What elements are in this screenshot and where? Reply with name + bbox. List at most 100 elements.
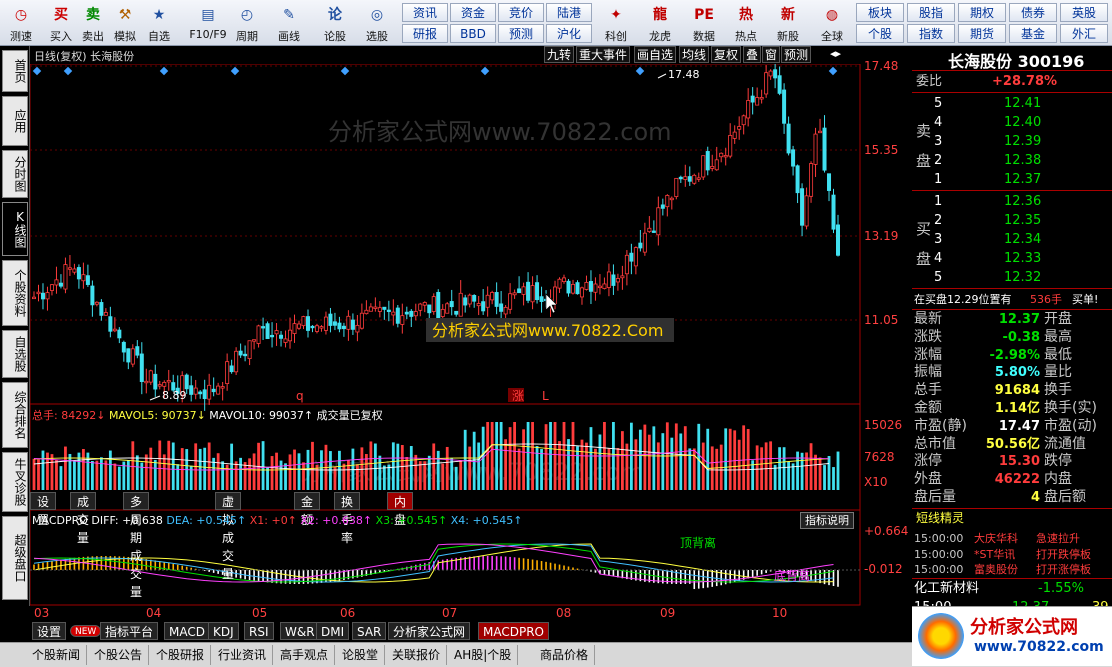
app-button-0[interactable]: ✦ 科创: [596, 0, 636, 46]
toolbar-button-1[interactable]: 买买入: [44, 0, 78, 46]
info-tab-5[interactable]: 论股堂: [336, 645, 386, 665]
event-marker-icon[interactable]: [340, 66, 350, 76]
chart-tool-4[interactable]: 复权: [711, 46, 742, 63]
info-tab-7[interactable]: AH股|个股: [448, 645, 519, 665]
toolbar-button-0[interactable]: ◷ 测速: [4, 0, 38, 46]
quick-button-1-0[interactable]: 研报: [402, 24, 448, 43]
indicator-tab-2[interactable]: 指标平台: [100, 622, 159, 640]
indicator-tab-6[interactable]: W&R: [280, 622, 320, 640]
quick-button-1-3[interactable]: 沪化: [546, 24, 592, 43]
market-button-0-2[interactable]: 期权: [958, 3, 1006, 22]
info-tab-2[interactable]: 个股研报: [150, 645, 212, 665]
quick-button-0-1[interactable]: 资金: [450, 3, 496, 22]
event-marker-icon[interactable]: [635, 66, 645, 76]
market-button-1-1[interactable]: 指数: [907, 24, 955, 43]
left-tab-4[interactable]: 个股资料: [2, 260, 28, 326]
sub-tab-5[interactable]: 换手率: [334, 492, 361, 545]
sub-tab-2[interactable]: 多周期成交量: [123, 492, 150, 599]
sub-tab-1[interactable]: 成交量: [70, 492, 97, 545]
left-tab-7[interactable]: 牛叉诊股: [2, 452, 28, 512]
indicator-tab-4[interactable]: KDJ: [208, 622, 239, 640]
app-button-2[interactable]: PE 数据: [684, 0, 724, 46]
info-tab-6[interactable]: 关联报价: [386, 645, 448, 665]
left-tab-2[interactable]: 分时图: [2, 150, 28, 198]
market-button-0-3[interactable]: 债券: [1009, 3, 1057, 22]
event-marker-icon[interactable]: [828, 66, 838, 76]
chart-tool-1[interactable]: 重大事件: [576, 46, 631, 63]
sub-tab-0[interactable]: 设置: [30, 492, 57, 527]
buy-level[interactable]: 5 12.32: [912, 268, 1112, 287]
indicator-tab-8[interactable]: SAR: [352, 622, 387, 640]
toolbar-button-7[interactable]: ✎ 画线: [272, 0, 306, 46]
left-tab-1[interactable]: 应用: [2, 96, 28, 146]
sell-level[interactable]: 2 12.38: [912, 151, 1112, 170]
indicator-tab-1[interactable]: NEW: [70, 625, 102, 637]
buy-level[interactable]: 2 12.35: [912, 211, 1112, 230]
chart-tool-0[interactable]: 九转: [544, 46, 575, 63]
market-button-1-0[interactable]: 个股: [856, 24, 904, 43]
sub-tab-4[interactable]: 金额: [294, 492, 321, 527]
event-marker-icon[interactable]: [32, 66, 42, 76]
sell-level[interactable]: 5 12.41: [912, 94, 1112, 113]
sector-row[interactable]: 化工新材料 -1.55%: [912, 579, 1112, 597]
info-tab-0[interactable]: 个股新闻: [26, 645, 88, 665]
event-marker-icon[interactable]: [63, 66, 73, 76]
toolbar-button-3[interactable]: ⚒ 模拟: [108, 0, 142, 46]
chart-tool-5[interactable]: 叠: [743, 46, 762, 63]
sell-level[interactable]: 3 12.39: [912, 132, 1112, 151]
info-tab-1[interactable]: 个股公告: [88, 645, 150, 665]
quick-button-0-3[interactable]: 陆港: [546, 3, 592, 22]
toolbar-button-2[interactable]: 卖卖出: [76, 0, 110, 46]
indicator-tab-3[interactable]: MACD: [164, 622, 210, 640]
left-tab-0[interactable]: 首页: [2, 50, 28, 92]
indicator-tab-0[interactable]: 设置: [32, 622, 67, 640]
buy-level[interactable]: 3 12.34: [912, 230, 1112, 249]
quick-button-1-2[interactable]: 预测: [498, 24, 544, 43]
sell-level[interactable]: 4 12.40: [912, 113, 1112, 132]
buy-level[interactable]: 4 12.33: [912, 249, 1112, 268]
indicator-tab-7[interactable]: DMI: [316, 622, 350, 640]
quick-button-1-1[interactable]: BBD: [450, 24, 496, 43]
toolbar-button-6[interactable]: ◴ 周期: [230, 0, 264, 46]
left-tab-8[interactable]: 超级盘口: [2, 516, 28, 600]
buy-level[interactable]: 1 12.36: [912, 192, 1112, 211]
sub-tab-3[interactable]: 虚拟成交量: [215, 492, 242, 581]
app-button-1[interactable]: 龍龙虎: [640, 0, 680, 46]
market-button-1-2[interactable]: 期货: [958, 24, 1006, 43]
indicator-tab-10[interactable]: MACDPRO: [478, 622, 549, 640]
indicator-help-button[interactable]: 指标说明: [800, 512, 854, 529]
market-button-0-0[interactable]: 板块: [856, 3, 904, 22]
market-button-0-4[interactable]: 英股: [1060, 3, 1108, 22]
chart-tool-6[interactable]: 窗: [762, 46, 781, 63]
chart-tool-3[interactable]: 均线: [679, 46, 710, 63]
market-button-0-1[interactable]: 股指: [907, 3, 955, 22]
kline-chart[interactable]: 17.48 8.89 q 涨 L 分析家公式网www.70822.com 分析家公式网www…: [30, 64, 912, 622]
sub-tab-6[interactable]: 内盘: [387, 492, 414, 527]
left-tab-3[interactable]: K线图: [2, 202, 28, 256]
market-button-1-4[interactable]: 外汇: [1060, 24, 1108, 43]
quick-button-0-0[interactable]: 资讯: [402, 3, 448, 22]
chart-tool-7[interactable]: 预测: [781, 46, 812, 63]
short-item[interactable]: 15:00:00 富奥股份 打开涨停板: [912, 560, 1112, 579]
toolbar-button-4[interactable]: ★ 自选: [142, 0, 176, 46]
event-marker-icon[interactable]: [230, 66, 240, 76]
quick-button-0-2[interactable]: 竞价: [498, 3, 544, 22]
info-tab-3[interactable]: 行业资讯: [212, 645, 274, 665]
left-tab-5[interactable]: 自选股: [2, 330, 28, 378]
indicator-tab-5[interactable]: RSI: [244, 622, 274, 640]
app-button-5[interactable]: ◍ 全球: [812, 0, 852, 46]
sell-level[interactable]: 1 12.37: [912, 170, 1112, 189]
event-marker-icon[interactable]: [159, 66, 169, 76]
app-button-4[interactable]: 新新股: [768, 0, 808, 46]
event-marker-icon[interactable]: [480, 66, 490, 76]
arrow-icon[interactable]: ◂▸: [830, 47, 841, 60]
market-button-1-3[interactable]: 基金: [1009, 24, 1057, 43]
info-tab-8[interactable]: 商品价格: [534, 645, 596, 665]
left-tab-6[interactable]: 综合排名: [2, 382, 28, 448]
toolbar-button-9[interactable]: ◎ 选股: [360, 0, 394, 46]
app-button-3[interactable]: 热热点: [726, 0, 766, 46]
toolbar-button-8[interactable]: 论论股: [318, 0, 352, 46]
info-tab-4[interactable]: 高手观点: [274, 645, 336, 665]
toolbar-button-5[interactable]: ▤ F10/F9: [186, 0, 230, 46]
chart-tool-2[interactable]: 画自选: [634, 46, 677, 63]
